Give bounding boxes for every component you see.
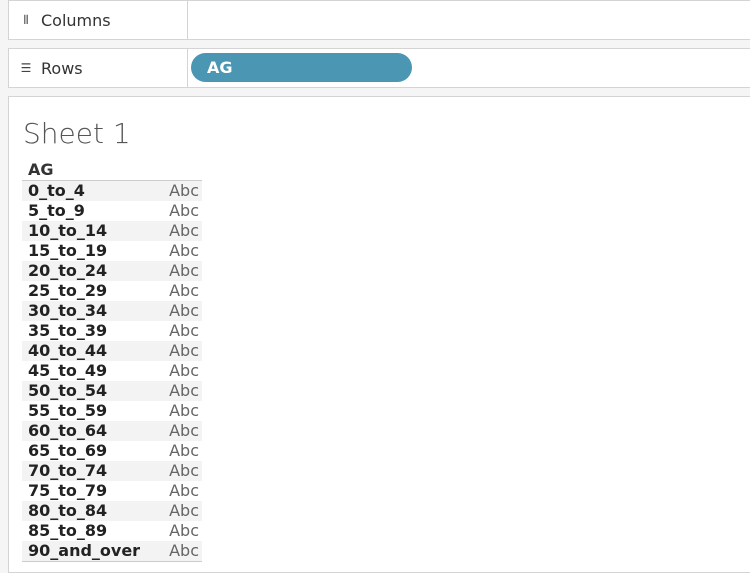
row-label[interactable]: 80_to_84 xyxy=(28,501,107,521)
row-label[interactable]: 30_to_34 xyxy=(28,301,107,321)
row-label[interactable]: 45_to_49 xyxy=(28,361,107,381)
row-value[interactable]: Abc xyxy=(169,481,199,501)
row-label[interactable]: 70_to_74 xyxy=(28,461,107,481)
table-row[interactable]: 85_to_89 Abc xyxy=(22,521,202,541)
row-label[interactable]: 90_and_over xyxy=(28,541,140,561)
text-table: AG 0_to_4 Abc 5_to_9 Abc 10_to_14 Abc 15_to_19… xyxy=(22,160,202,562)
rows-shelf-label: ☰ Rows xyxy=(9,49,188,87)
columns-icon: ⫴ xyxy=(23,12,29,27)
table-row[interactable]: 10_to_14 Abc xyxy=(22,221,202,241)
table-row[interactable]: 50_to_54 Abc xyxy=(22,381,202,401)
columns-shelf[interactable]: ⫴ Columns xyxy=(8,0,750,40)
table-row[interactable]: 35_to_39 Abc xyxy=(22,321,202,341)
row-value[interactable]: Abc xyxy=(169,201,199,221)
table-row[interactable]: 40_to_44 Abc xyxy=(22,341,202,361)
row-label[interactable]: 55_to_59 xyxy=(28,401,107,421)
table-row[interactable]: 75_to_79 Abc xyxy=(22,481,202,501)
rows-label: Rows xyxy=(41,58,83,78)
columns-label: Columns xyxy=(41,10,111,30)
row-label[interactable]: 25_to_29 xyxy=(28,281,107,301)
sheet-title: Sheet 1 xyxy=(23,117,131,150)
table-rows: 0_to_4 Abc 5_to_9 Abc 10_to_14 Abc 15_to_19 Abc… xyxy=(22,181,202,562)
row-value[interactable]: Abc xyxy=(169,261,199,281)
row-value[interactable]: Abc xyxy=(169,521,199,541)
row-value[interactable]: Abc xyxy=(169,341,199,361)
columns-shelf-label: ⫴ Columns xyxy=(9,1,188,39)
row-label[interactable]: 75_to_79 xyxy=(28,481,107,501)
table-row[interactable]: 5_to_9 Abc xyxy=(22,201,202,221)
row-value[interactable]: Abc xyxy=(169,441,199,461)
row-label[interactable]: 60_to_64 xyxy=(28,421,107,441)
row-label[interactable]: 0_to_4 xyxy=(28,181,85,201)
row-value[interactable]: Abc xyxy=(169,361,199,381)
row-value[interactable]: Abc xyxy=(169,301,199,321)
sheet-view: Sheet 1 AG 0_to_4 Abc 5_to_9 Abc 10_to_14 Abc… xyxy=(8,96,750,573)
row-label[interactable]: 5_to_9 xyxy=(28,201,85,221)
table-row[interactable]: 55_to_59 Abc xyxy=(22,401,202,421)
row-label[interactable]: 65_to_69 xyxy=(28,441,107,461)
row-value[interactable]: Abc xyxy=(169,381,199,401)
row-label[interactable]: 10_to_14 xyxy=(28,221,107,241)
table-row[interactable]: 90_and_over Abc xyxy=(22,541,202,561)
rows-icon: ☰ xyxy=(20,61,32,75)
row-value[interactable]: Abc xyxy=(169,221,199,241)
row-label[interactable]: 15_to_19 xyxy=(28,241,107,261)
row-value[interactable]: Abc xyxy=(169,421,199,441)
table-row[interactable]: 65_to_69 Abc xyxy=(22,441,202,461)
row-label[interactable]: 40_to_44 xyxy=(28,341,107,361)
table-row[interactable]: 80_to_84 Abc xyxy=(22,501,202,521)
row-value[interactable]: Abc xyxy=(169,181,199,201)
row-value[interactable]: Abc xyxy=(169,281,199,301)
table-row[interactable]: 45_to_49 Abc xyxy=(22,361,202,381)
table-row[interactable]: 70_to_74 Abc xyxy=(22,461,202,481)
row-value[interactable]: Abc xyxy=(169,401,199,421)
table-row[interactable]: 20_to_24 Abc xyxy=(22,261,202,281)
table-row[interactable]: 60_to_64 Abc xyxy=(22,421,202,441)
row-label[interactable]: 20_to_24 xyxy=(28,261,107,281)
rows-shelf[interactable]: ☰ Rows AG xyxy=(8,48,750,88)
row-label[interactable]: 35_to_39 xyxy=(28,321,107,341)
table-row[interactable]: 0_to_4 Abc xyxy=(22,181,202,201)
row-value[interactable]: Abc xyxy=(169,501,199,521)
table-row[interactable]: 15_to_19 Abc xyxy=(22,241,202,261)
row-label[interactable]: 85_to_89 xyxy=(28,521,107,541)
column-header[interactable]: AG xyxy=(22,160,202,181)
row-label[interactable]: 50_to_54 xyxy=(28,381,107,401)
row-value[interactable]: Abc xyxy=(169,461,199,481)
ag-pill[interactable]: AG xyxy=(191,53,412,82)
row-value[interactable]: Abc xyxy=(169,241,199,261)
row-value[interactable]: Abc xyxy=(169,541,199,561)
table-row[interactable]: 30_to_34 Abc xyxy=(22,301,202,321)
table-row[interactable]: 25_to_29 Abc xyxy=(22,281,202,301)
row-value[interactable]: Abc xyxy=(169,321,199,341)
